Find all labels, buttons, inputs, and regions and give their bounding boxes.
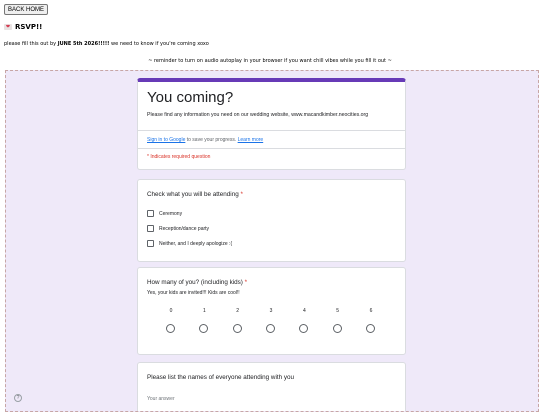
required-note: * Indicates required question — [147, 154, 211, 160]
scale-label: 0 — [169, 308, 173, 314]
form-header-card: You coming? Please find any information … — [137, 78, 406, 170]
radio-2[interactable] — [232, 324, 242, 333]
radio-1[interactable] — [199, 324, 209, 333]
checkbox[interactable] — [147, 225, 154, 232]
checkbox[interactable] — [147, 210, 154, 217]
question-title-text: How many of you? (including kids) — [147, 279, 243, 286]
checkbox[interactable] — [147, 240, 154, 247]
checkbox-option-ceremony[interactable]: Ceremony — [147, 210, 182, 217]
question-card-count: How many of you? (including kids) * Yes,… — [137, 267, 406, 355]
back-home-button[interactable]: BACK HOME — [4, 4, 49, 15]
divider — [138, 148, 405, 149]
answer-input[interactable]: Your answer — [147, 396, 175, 402]
radio-0[interactable] — [166, 324, 175, 333]
sign-in-link[interactable]: Sign in to Google — [147, 137, 185, 143]
radio-4[interactable] — [299, 324, 309, 333]
intro-after: we need to know if you're coming xoxo — [109, 41, 209, 47]
rsvp-title-text: RSVP!! — [15, 23, 43, 31]
question-title: Please list the names of everyone attend… — [147, 374, 295, 381]
required-asterisk: * — [240, 191, 243, 198]
divider — [138, 130, 405, 131]
radio-5[interactable] — [332, 324, 342, 333]
option-label: Ceremony — [159, 210, 183, 217]
heart-icon: ❤ — [4, 24, 12, 30]
scale-labels: 0 1 2 3 4 5 6 — [170, 308, 373, 316]
scale-label: 6 — [369, 308, 373, 314]
intro-text: please fill this out by JUNE 5th 2026!!!… — [4, 41, 209, 47]
rsvp-heading: ❤ RSVP!! — [4, 23, 42, 31]
checkbox-option-neither[interactable]: Neither, and I deeply apologize :( — [147, 240, 232, 247]
question-subtitle: Yes, your kids are invited!!! Kids are c… — [147, 290, 240, 296]
intro-deadline: JUNE 5th 2026!!!!! — [57, 41, 110, 47]
question-title: How many of you? (including kids) * — [147, 279, 247, 286]
intro-before: please fill this out by — [4, 41, 58, 47]
audio-reminder: ~ reminder to turn on audio autoplay in … — [148, 58, 392, 64]
scale-label: 1 — [202, 308, 206, 314]
option-label: Neither, and I deeply apologize :( — [159, 240, 233, 247]
scale-label: 2 — [236, 308, 240, 314]
checkbox-option-reception[interactable]: Reception/dance party — [147, 225, 209, 232]
help-icon[interactable]: ? — [14, 394, 22, 402]
google-form-frame[interactable]: You coming? Please find any information … — [5, 70, 539, 412]
question-card-attending: Check what you will be attending * Cerem… — [137, 179, 406, 262]
scale-label: 5 — [336, 308, 340, 314]
sign-in-text: to save your progress. — [185, 137, 238, 143]
required-asterisk: * — [244, 279, 248, 286]
radio-6[interactable] — [366, 324, 375, 333]
scale-radio-group — [166, 324, 375, 334]
form-title: You coming? — [147, 89, 234, 106]
question-title-text: Check what you will be attending — [147, 191, 239, 198]
sign-in-line: Sign in to Google to save your progress.… — [147, 137, 263, 143]
radio-3[interactable] — [266, 324, 275, 333]
question-title: Check what you will be attending * — [147, 191, 243, 198]
form-description: Please find any information you need on … — [147, 112, 369, 118]
scale-label: 4 — [302, 308, 306, 314]
scale-label: 3 — [269, 308, 273, 314]
option-label: Reception/dance party — [159, 225, 210, 232]
learn-more-link[interactable]: Learn more — [238, 137, 264, 143]
